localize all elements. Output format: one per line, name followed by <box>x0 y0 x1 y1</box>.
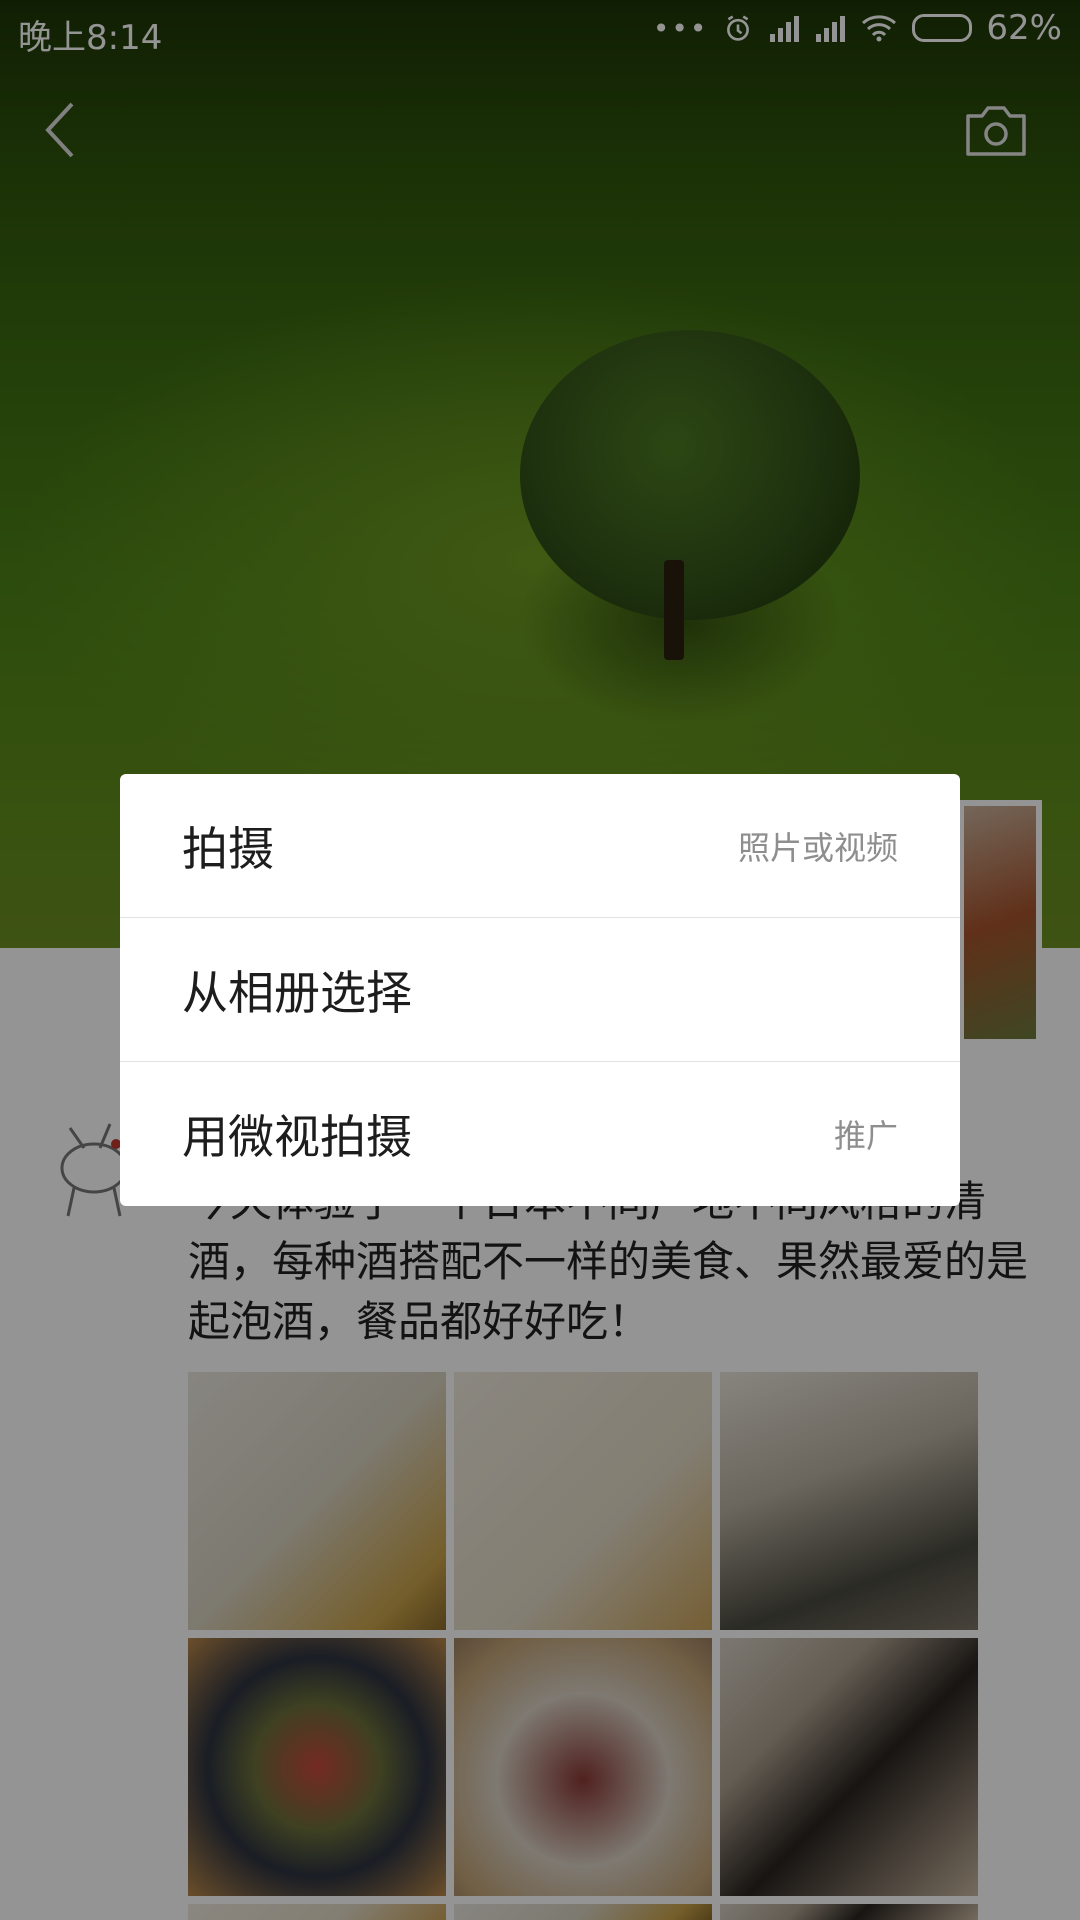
shoot-option-hint: 照片或视频 <box>737 828 898 867</box>
album-option-label: 从相册选择 <box>182 965 412 1020</box>
action-sheet: 拍摄 照片或视频 从相册选择 用微视拍摄 推广 <box>120 774 960 1206</box>
choose-from-album-option[interactable]: 从相册选择 <box>120 918 960 1062</box>
promotion-badge: 推广 <box>833 1117 898 1155</box>
shoot-option-label: 拍摄 <box>182 821 274 876</box>
weishi-option-label: 用微视拍摄 <box>182 1110 412 1164</box>
shoot-option[interactable]: 拍摄 照片或视频 <box>120 774 960 918</box>
weishi-shoot-option[interactable]: 用微视拍摄 推广 <box>120 1062 960 1206</box>
